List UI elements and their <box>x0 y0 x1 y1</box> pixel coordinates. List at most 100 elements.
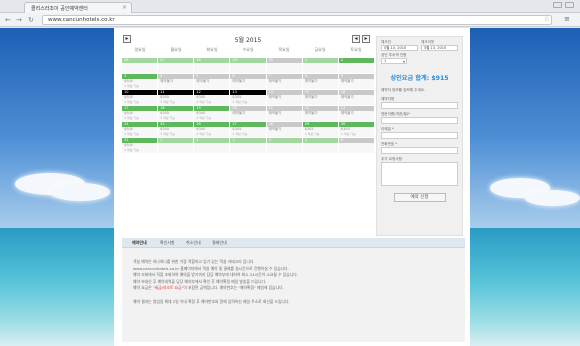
booking-page: ▸ 5월 2015 ◂ ▸ 일요일 월요일 화요일 수요일 목요일 금요일 토요일 26 27… <box>114 28 470 346</box>
calendar-day[interactable]: 17 $305 3 객실 가능 <box>122 106 158 121</box>
calendar-day[interactable]: 6 <box>338 138 374 153</box>
calendar-day[interactable]: 4 예약불가 <box>158 74 194 89</box>
calendar-day[interactable]: 3 <box>230 138 266 153</box>
calendar-day[interactable]: 29 <box>230 58 266 73</box>
calendar-day[interactable]: 28 예약불가 <box>266 122 302 137</box>
calendar-day[interactable]: 15 예약불가 <box>302 90 338 105</box>
day-availability: 3 객실 가능 <box>304 131 320 136</box>
calendar-day[interactable]: 23 예약불가 <box>338 106 374 121</box>
guests-select[interactable]: 1 <box>381 58 407 64</box>
calendar-day[interactable]: 16 예약불가 <box>338 90 374 105</box>
address-bar: ← → ↻ www.cancunhotels.co.kr ☆ ≡ <box>0 13 580 27</box>
calendar-day[interactable]: 4 <box>266 138 302 153</box>
browser-tab[interactable]: 콜리스라조이 공인예약센터 × <box>24 2 132 13</box>
calendar-day[interactable]: 13 $305 3 객실 가능 <box>230 90 266 105</box>
total-price: 성인요금 합계: $915 <box>390 75 449 82</box>
calendar-day[interactable]: 6 예약불가 <box>230 74 266 89</box>
window-minimize-icon[interactable] <box>553 2 562 8</box>
tab-payment[interactable]: 결제안내 <box>212 240 227 246</box>
info-tabs: 예약안내 확인사항 취소안내 결제안내 <box>122 238 465 248</box>
name-field[interactable] <box>381 102 458 109</box>
back-icon[interactable]: ← <box>5 16 11 24</box>
calendar-day[interactable]: 1 <box>158 138 194 153</box>
tab-reservation-guide[interactable]: 예약안내 <box>132 240 147 246</box>
calendar-day[interactable]: 30 <box>266 58 302 73</box>
day-availability: 3 객실 가능 <box>124 147 139 152</box>
day-number: 26 <box>122 58 158 63</box>
calendar-day[interactable]: 5 <box>302 138 338 153</box>
english-name-field[interactable] <box>381 117 458 124</box>
beach-background-right <box>470 28 580 346</box>
calendar-day[interactable]: 10 $305 3 객실 가능 <box>122 90 158 105</box>
calendar-day[interactable]: 14 예약불가 <box>266 90 302 105</box>
day-number: 30 <box>266 58 302 63</box>
calendar-day[interactable]: 8 예약불가 <box>302 74 338 89</box>
tab-cancellation[interactable]: 취소안내 <box>186 240 201 246</box>
calendar-day[interactable]: 31 $305 3 객실 가능 <box>122 138 158 153</box>
day-price: 예약불가 <box>268 95 282 99</box>
email-field[interactable] <box>381 132 458 139</box>
calendar-day[interactable]: 27 $305 3 객실 가능 <box>230 122 266 137</box>
calendar-next-button[interactable]: ▸ <box>362 35 370 43</box>
calendar-day[interactable]: 20 예약불가 <box>230 106 266 121</box>
calendar-day[interactable]: 7 예약불가 <box>266 74 302 89</box>
calendar-day[interactable]: 2 <box>194 138 230 153</box>
calendar-day[interactable]: 26 <box>122 58 158 73</box>
calendar-day[interactable]: 28 <box>194 58 230 73</box>
requests-textarea[interactable] <box>381 162 458 186</box>
tab-notes[interactable]: 확인사항 <box>160 240 175 246</box>
day-number: 28 <box>194 58 230 63</box>
calendar-day[interactable]: 21 예약불가 <box>266 106 302 121</box>
calendar-day[interactable]: 29 $305 3 객실 가능 <box>302 122 338 137</box>
calendar-day[interactable]: 19 $305 3 객실 가능 <box>194 106 230 121</box>
weekday-label: 일요일 <box>134 47 146 52</box>
calendar-day[interactable]: 11 $305 3 객실 가능 <box>158 90 194 105</box>
calendar-day[interactable]: 5 예약불가 <box>194 74 230 89</box>
calendar-day[interactable]: 9 예약불가 <box>338 74 374 89</box>
url-input[interactable]: www.cancunhotels.co.kr <box>42 15 552 25</box>
close-tab-icon[interactable]: × <box>122 4 127 11</box>
day-price: 예약불가 <box>304 79 318 83</box>
checkin-field[interactable]: 5월 10, 2015 <box>381 45 418 51</box>
info-section: 예약안내 확인사항 취소안내 결제안내 객실 예약은 하나하나를 위한 가장 적… <box>122 238 465 342</box>
day-availability: 3 객실 가능 <box>232 99 248 104</box>
day-price: 예약불가 <box>196 79 210 83</box>
phone-field[interactable] <box>381 147 458 154</box>
weekday-label: 화요일 <box>206 47 218 52</box>
calendar-day[interactable]: 12 $305 3 객실 가능 <box>194 90 230 105</box>
submit-booking-button[interactable]: 예약 신청 <box>393 193 446 202</box>
weekday-label: 월요일 <box>170 47 182 52</box>
calendar-day[interactable]: 30 $305 3 객실 가능 <box>338 122 374 137</box>
window-close-icon[interactable] <box>565 2 574 8</box>
day-availability: 3 객실 가능 <box>124 99 139 104</box>
calendar-day[interactable]: 2 <box>338 58 374 73</box>
day-number: 4 <box>266 138 302 143</box>
info-line: 예약 요금은 "세금/리조트 요금"이 포함된 금액입니다. 예약번호는 "예약… <box>133 285 284 291</box>
calendar-day[interactable]: 27 <box>158 58 194 73</box>
weekday-label: 금요일 <box>314 47 326 52</box>
availability-calendar: ▸ 5월 2015 ◂ ▸ 일요일 월요일 화요일 수요일 목요일 금요일 토요일 26 27… <box>122 35 374 153</box>
info-line: 예약 조회에서 직접 조회하여 예약을 받기까지 담당 예약부에 대하여 최소 … <box>133 272 298 278</box>
day-number: 27 <box>158 58 194 63</box>
calendar-day[interactable]: 22 예약불가 <box>302 106 338 121</box>
reload-icon[interactable]: ↻ <box>28 16 34 24</box>
bookmark-star-icon[interactable]: ☆ <box>544 15 550 23</box>
calendar-day[interactable]: 26 $305 3 객실 가능 <box>194 122 230 137</box>
calendar-day[interactable]: 3 $305 3 객실 가능 <box>122 74 158 89</box>
calendar-prev-button[interactable]: ◂ <box>352 35 360 43</box>
calendar-day[interactable]: 25 $305 3 객실 가능 <box>158 122 194 137</box>
forward-icon[interactable]: → <box>16 16 22 24</box>
menu-icon[interactable]: ≡ <box>564 15 570 23</box>
calendar-day[interactable]: 1 <box>302 58 338 73</box>
calendar-day[interactable]: 24 $305 3 객실 가능 <box>122 122 158 137</box>
weekday-label: 토요일 <box>350 47 362 52</box>
day-availability: 3 객실 가능 <box>232 131 248 136</box>
checkout-field[interactable]: 5월 13, 2015 <box>421 45 458 51</box>
day-availability: 3 객실 가능 <box>124 115 139 120</box>
calendar-day[interactable]: 18 $305 3 객실 가능 <box>158 106 194 121</box>
day-number: 2 <box>338 58 374 63</box>
beach-background-left <box>0 28 114 346</box>
weekday-label: 수요일 <box>242 47 254 52</box>
calendar-grid: 26 27 28 29 30 1 2 3 $305 3 객실 가능 4 예약불가 5 예약불가 6 예약불가 7… <box>122 58 374 153</box>
day-price: 예약불가 <box>340 79 354 83</box>
